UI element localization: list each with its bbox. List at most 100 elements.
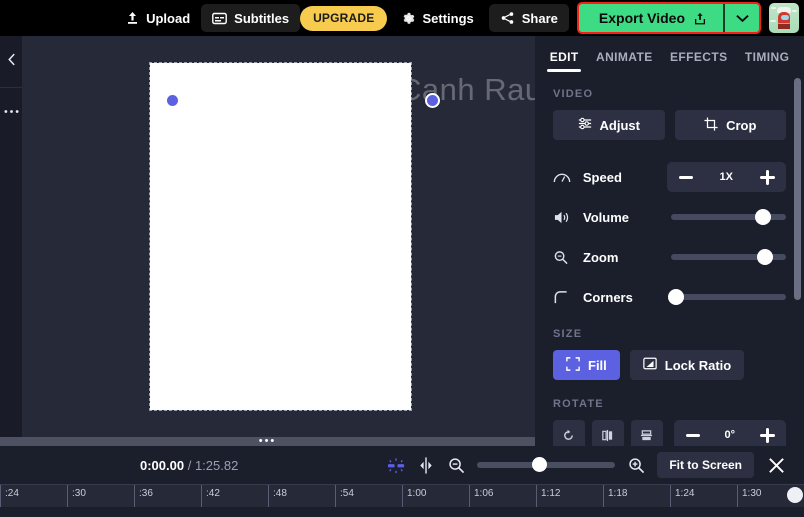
current-time: 0:00.00 <box>140 457 185 473</box>
ruler-base <box>0 507 804 517</box>
rail-more-button[interactable] <box>0 88 22 130</box>
ruler-tick-label: 1:00 <box>407 488 427 499</box>
corners-track <box>671 294 786 300</box>
rotate-value: 0° <box>724 429 736 441</box>
sliders-icon <box>578 117 592 133</box>
lock-ratio-label: Lock Ratio <box>664 357 732 373</box>
ruler-tick-label: :24 <box>5 488 19 499</box>
magic-split-button[interactable] <box>381 451 411 479</box>
export-share-icon <box>693 11 707 26</box>
avatar-cloud <box>770 20 776 22</box>
adjust-button[interactable]: Adjust <box>553 110 665 140</box>
settings-label: Settings <box>422 10 474 26</box>
time-separator: / <box>184 457 195 473</box>
crop-button[interactable]: Crop <box>674 110 786 140</box>
resize-handle-top-right[interactable] <box>425 93 440 108</box>
watermark-text: Canh Rau <box>399 72 535 107</box>
more-dots-icon <box>3 101 19 118</box>
zoom-slider[interactable] <box>671 245 786 269</box>
ruler-tick-label: 1:06 <box>474 488 494 499</box>
ruler-tick-label: 1:18 <box>608 488 628 499</box>
volume-label: Volume <box>583 209 629 225</box>
time-readout: 0:00.00 / 1:25.82 <box>140 458 238 473</box>
tab-animate[interactable]: ANIMATE <box>587 50 661 72</box>
corners-slider[interactable] <box>667 285 786 309</box>
fill-button[interactable]: Fill <box>553 350 620 380</box>
tab-edit[interactable]: EDIT <box>541 50 587 72</box>
size-section-title: SIZE <box>553 328 583 340</box>
upload-icon <box>126 11 139 25</box>
timeline-scroll-handle[interactable] <box>787 487 803 503</box>
close-timeline-button[interactable] <box>760 450 792 480</box>
crop-icon <box>704 116 718 134</box>
zoom-knob[interactable] <box>757 249 774 265</box>
volume-knob[interactable] <box>755 209 771 225</box>
zoom-in-button[interactable] <box>621 451 651 479</box>
top-toolbar: Upload Subtitles UPGRADE Settings Share <box>0 0 804 36</box>
size-action-row: Fill Lock Ratio <box>553 350 786 380</box>
speed-label: Speed <box>582 169 622 185</box>
rail-collapse-button[interactable] <box>0 36 22 88</box>
video-section-title: VIDEO <box>553 88 594 100</box>
tab-effects[interactable]: EFFECTS <box>661 50 736 72</box>
export-divider <box>723 4 725 32</box>
user-avatar[interactable] <box>769 3 799 33</box>
ruler-tick-label: :54 <box>340 488 354 499</box>
speed-increase-button[interactable] <box>748 162 786 192</box>
ruler-tick-label: 1:12 <box>541 488 561 499</box>
avatar-cloud <box>771 7 776 9</box>
avatar-cloud <box>792 10 797 12</box>
settings-button[interactable]: Settings <box>391 4 484 32</box>
ruler-tick-label: :42 <box>206 488 220 499</box>
upload-button[interactable]: Upload <box>115 4 201 32</box>
upload-label: Upload <box>146 10 191 26</box>
share-button[interactable]: Share <box>488 4 569 32</box>
video-editor-app: Upload Subtitles UPGRADE Settings Share <box>0 0 804 517</box>
export-options-caret[interactable] <box>725 4 759 32</box>
tab-timing[interactable]: TIMING <box>736 50 798 72</box>
tab-effects-label: EFFECTS <box>670 50 728 64</box>
preview-canvas[interactable]: Canh Rau <box>22 36 535 455</box>
share-icon <box>500 11 515 25</box>
zoom-out-icon <box>449 457 464 473</box>
panel-scrollbar[interactable] <box>794 78 801 300</box>
timeline-zoom-slider[interactable] <box>477 454 616 476</box>
export-video-button[interactable]: Export Video <box>579 4 723 32</box>
corners-label: Corners <box>583 289 633 305</box>
volume-row: Volume <box>553 200 786 234</box>
tab-animate-label: ANIMATE <box>596 50 653 64</box>
upgrade-label: UPGRADE <box>313 11 375 25</box>
chevron-left-icon <box>7 53 16 71</box>
speed-row: Speed 1X <box>553 160 786 194</box>
resize-handle-top-left[interactable] <box>165 93 180 108</box>
total-time: 1:25.82 <box>194 457 239 473</box>
upgrade-button[interactable]: UPGRADE <box>300 5 388 31</box>
lock-ratio-button[interactable]: Lock Ratio <box>629 350 745 380</box>
ruler-tick-label: 1:24 <box>675 488 695 499</box>
subtitles-icon <box>212 12 228 25</box>
speed-decrease-button[interactable] <box>667 162 705 192</box>
timeline-ruler[interactable]: :24:30:36:42:48:54 1:00 1:06 1:12 1:18 1:24 1:… <box>0 484 804 517</box>
timeline-toolbar: 0:00.00 / 1:25.82 Fit to Screen <box>0 446 804 484</box>
export-video-group: Export Video <box>576 2 761 34</box>
corners-row: Corners <box>553 280 786 314</box>
fit-to-screen-button[interactable]: Fit to Screen <box>657 452 754 478</box>
corners-knob[interactable] <box>667 289 684 305</box>
speed-value: 1X <box>719 171 733 183</box>
avatar-legs <box>778 24 790 29</box>
speed-stepper: 1X <box>666 162 786 192</box>
timeline-zoom-knob[interactable] <box>532 457 548 472</box>
rotate-section-title: ROTATE <box>553 398 604 410</box>
volume-slider[interactable] <box>671 205 786 229</box>
zoom-out-button[interactable] <box>441 451 471 479</box>
zoom-in-icon <box>629 457 644 473</box>
panel-tabs: EDIT ANIMATE EFFECTS TIMING <box>535 36 804 72</box>
subtitles-button[interactable]: Subtitles <box>201 4 301 32</box>
timeline-resize-divider[interactable]: ••• <box>0 436 535 447</box>
ruler-tick-label: :48 <box>273 488 287 499</box>
subtitles-label: Subtitles <box>234 10 290 26</box>
video-clip-frame[interactable] <box>149 62 412 411</box>
panel-content: VIDEO Adjust Crop Speed 1X Volume Zoom C… <box>535 72 804 455</box>
crop-label: Crop <box>726 117 757 133</box>
split-clip-button[interactable] <box>411 451 441 479</box>
